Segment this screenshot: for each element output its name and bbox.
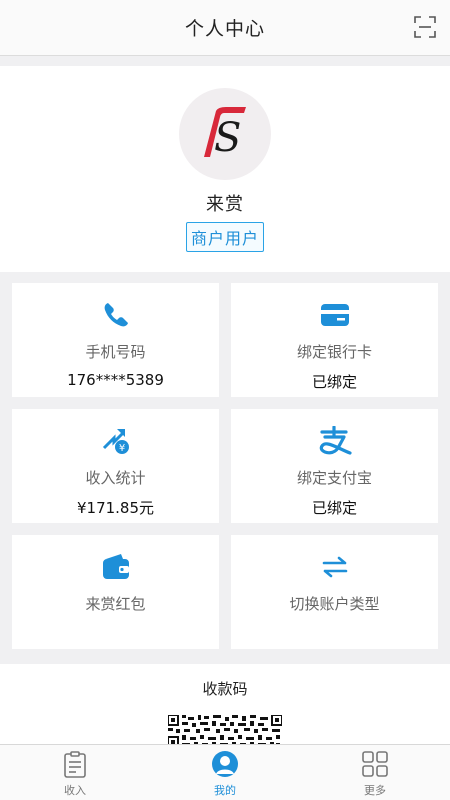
user-name: 来赏 — [206, 194, 244, 215]
avatar[interactable]: S — [179, 88, 271, 180]
card-label: 切换账户类型 — [289, 595, 380, 613]
tab-mine[interactable]: 我的 — [150, 745, 300, 800]
card-label: 绑定支付宝 — [296, 469, 372, 487]
payment-qr-section: 收款码 — [0, 664, 450, 754]
tab-label: 我的 — [214, 784, 236, 797]
alipay-icon — [319, 426, 352, 455]
bottom-tab-bar: 收入 我的 更多 — [0, 744, 450, 800]
card-value: 已绑定 — [311, 499, 357, 517]
income-chart-icon: ¥ — [102, 429, 129, 454]
tab-label: 更多 — [364, 784, 386, 797]
switch-account-card[interactable]: 切换账户类型 — [231, 535, 438, 649]
brand-logo-icon: S — [204, 107, 246, 161]
brand-logo-letter: S — [214, 115, 241, 161]
card-label: 绑定银行卡 — [296, 343, 372, 361]
alipay-card[interactable]: 绑定支付宝 已绑定 — [231, 409, 438, 523]
svg-text:¥: ¥ — [118, 443, 124, 454]
card-label: 手机号码 — [85, 343, 146, 361]
card-value: 176****5389 — [67, 371, 164, 389]
user-icon — [212, 751, 238, 777]
page-title: 个人中心 — [184, 18, 265, 40]
qr-code-icon[interactable] — [168, 715, 282, 747]
qr-title: 收款码 — [202, 680, 248, 698]
grid-icon — [362, 751, 388, 777]
card-label: 来赏红包 — [85, 595, 146, 613]
card-value: 已绑定 — [311, 373, 357, 391]
tab-more[interactable]: 更多 — [300, 745, 450, 800]
red-packet-card[interactable]: 来赏红包 — [12, 535, 219, 649]
phone-icon — [104, 303, 128, 327]
wallet-icon — [102, 554, 129, 579]
clipboard-icon — [64, 750, 86, 778]
top-bar: 个人中心 — [0, 0, 450, 56]
scan-icon[interactable] — [414, 16, 436, 38]
bank-card-card[interactable]: 绑定银行卡 已绑定 — [231, 283, 438, 397]
account-type-badge: 商户用户 — [185, 222, 264, 252]
tab-label: 收入 — [64, 784, 86, 797]
card-label: 收入统计 — [85, 469, 146, 487]
phone-card[interactable]: 手机号码 176****5389 — [12, 283, 219, 397]
income-stats-card[interactable]: ¥ 收入统计 ¥171.85元 — [12, 409, 219, 523]
card-value: ¥171.85元 — [76, 499, 155, 517]
tab-income[interactable]: 收入 — [0, 745, 150, 800]
bank-card-icon — [320, 304, 349, 326]
profile-section: S 来赏 商户用户 — [0, 66, 450, 272]
switch-arrows-icon — [322, 556, 347, 578]
